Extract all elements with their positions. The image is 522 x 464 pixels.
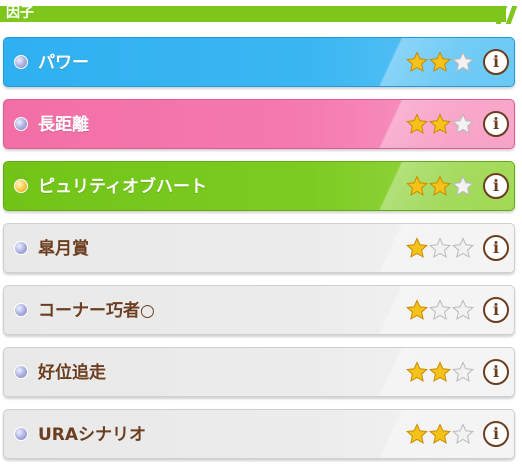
star-filled-icon (429, 51, 451, 73)
factor-name: 好位追走 (38, 363, 106, 383)
star-empty-icon (452, 361, 474, 383)
star-filled-icon (429, 113, 451, 135)
factor-dot-icon (14, 303, 28, 317)
star-empty-icon (452, 51, 474, 73)
info-icon-glyph: i (492, 362, 500, 381)
star-empty-icon (452, 423, 474, 445)
factor-row[interactable]: 皐月賞 i (3, 223, 515, 273)
info-icon-glyph: i (492, 238, 500, 257)
star-rating (406, 299, 474, 321)
factor-row[interactable]: 好位追走 i (3, 347, 515, 397)
factor-row[interactable]: コーナー巧者○ i (3, 285, 515, 335)
star-empty-icon (429, 237, 451, 259)
info-icon-glyph: i (492, 176, 500, 195)
star-filled-icon (406, 361, 428, 383)
star-filled-icon (429, 423, 451, 445)
factor-row[interactable]: パワー i (3, 37, 515, 87)
star-filled-icon (429, 361, 451, 383)
factor-dot-icon (14, 117, 28, 131)
factor-dot-icon (14, 427, 28, 441)
factor-name: ピュリティオブハート (38, 177, 207, 197)
star-filled-icon (406, 175, 428, 197)
star-empty-icon (452, 175, 474, 197)
star-empty-icon (452, 299, 474, 321)
star-filled-icon (406, 423, 428, 445)
star-filled-icon (406, 237, 428, 259)
info-icon-glyph: i (492, 52, 500, 71)
star-filled-icon (406, 299, 428, 321)
star-empty-icon (452, 237, 474, 259)
info-icon-glyph: i (492, 424, 500, 443)
info-icon[interactable]: i (483, 235, 509, 261)
star-empty-icon (452, 113, 474, 135)
star-filled-icon (429, 175, 451, 197)
info-icon[interactable]: i (483, 297, 509, 323)
factor-name: パワー (38, 53, 89, 73)
info-icon[interactable]: i (483, 49, 509, 75)
star-rating (406, 51, 474, 73)
star-rating (406, 361, 474, 383)
factor-name: 皐月賞 (38, 239, 89, 259)
star-filled-icon (406, 113, 428, 135)
factor-dot-icon (14, 179, 28, 193)
info-icon-glyph: i (492, 114, 500, 133)
factor-dot-icon (14, 55, 28, 69)
star-rating (406, 423, 474, 445)
star-rating (406, 113, 474, 135)
info-icon[interactable]: i (483, 111, 509, 137)
info-icon-glyph: i (492, 300, 500, 319)
factor-name: URAシナリオ (38, 425, 147, 445)
star-filled-icon (406, 51, 428, 73)
info-icon[interactable]: i (483, 173, 509, 199)
info-icon[interactable]: i (483, 421, 509, 447)
factor-row[interactable]: URAシナリオ i (3, 409, 515, 459)
factor-name: 長距離 (38, 115, 89, 135)
factor-dot-icon (14, 365, 28, 379)
factor-row[interactable]: 長距離 i (3, 99, 515, 149)
star-rating (406, 237, 474, 259)
star-rating (406, 175, 474, 197)
factor-list: パワー i 長距離 i ピュリティオブハート i 皐月賞 i コーナー巧者○ i 好位追走 i URAシ… (0, 0, 522, 464)
factor-name: コーナー巧者○ (38, 301, 155, 321)
info-icon[interactable]: i (483, 359, 509, 385)
factor-dot-icon (14, 241, 28, 255)
star-empty-icon (429, 299, 451, 321)
factor-row[interactable]: ピュリティオブハート i (3, 161, 515, 211)
